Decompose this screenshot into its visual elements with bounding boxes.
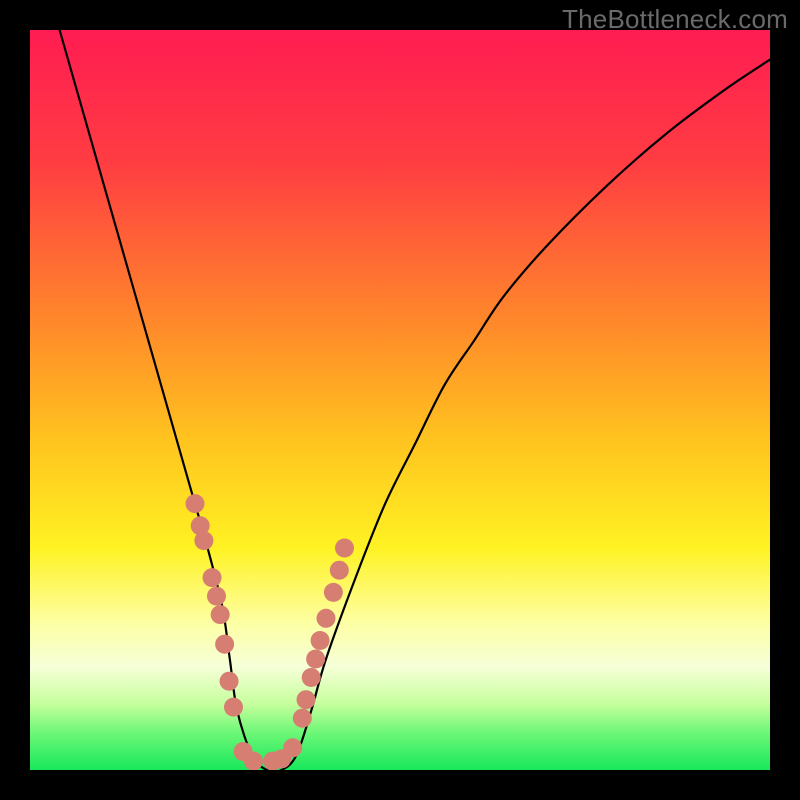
data-point xyxy=(311,631,330,650)
data-point xyxy=(186,494,205,513)
data-point xyxy=(293,709,312,728)
data-point xyxy=(207,587,226,606)
data-point xyxy=(306,650,325,669)
chart-frame: TheBottleneck.com xyxy=(0,0,800,800)
data-point xyxy=(220,672,239,691)
data-point xyxy=(302,668,321,687)
data-point xyxy=(317,609,336,628)
data-point xyxy=(211,605,230,624)
data-point xyxy=(335,539,354,558)
data-point xyxy=(324,583,343,602)
chart-svg xyxy=(30,30,770,770)
data-point xyxy=(244,752,263,770)
data-point xyxy=(215,635,234,654)
plot-area xyxy=(30,30,770,770)
data-point xyxy=(224,698,243,717)
watermark-text: TheBottleneck.com xyxy=(562,4,788,35)
data-point xyxy=(297,690,316,709)
data-point xyxy=(330,561,349,580)
data-point xyxy=(194,531,213,550)
data-point xyxy=(203,568,222,587)
data-point xyxy=(283,738,302,757)
